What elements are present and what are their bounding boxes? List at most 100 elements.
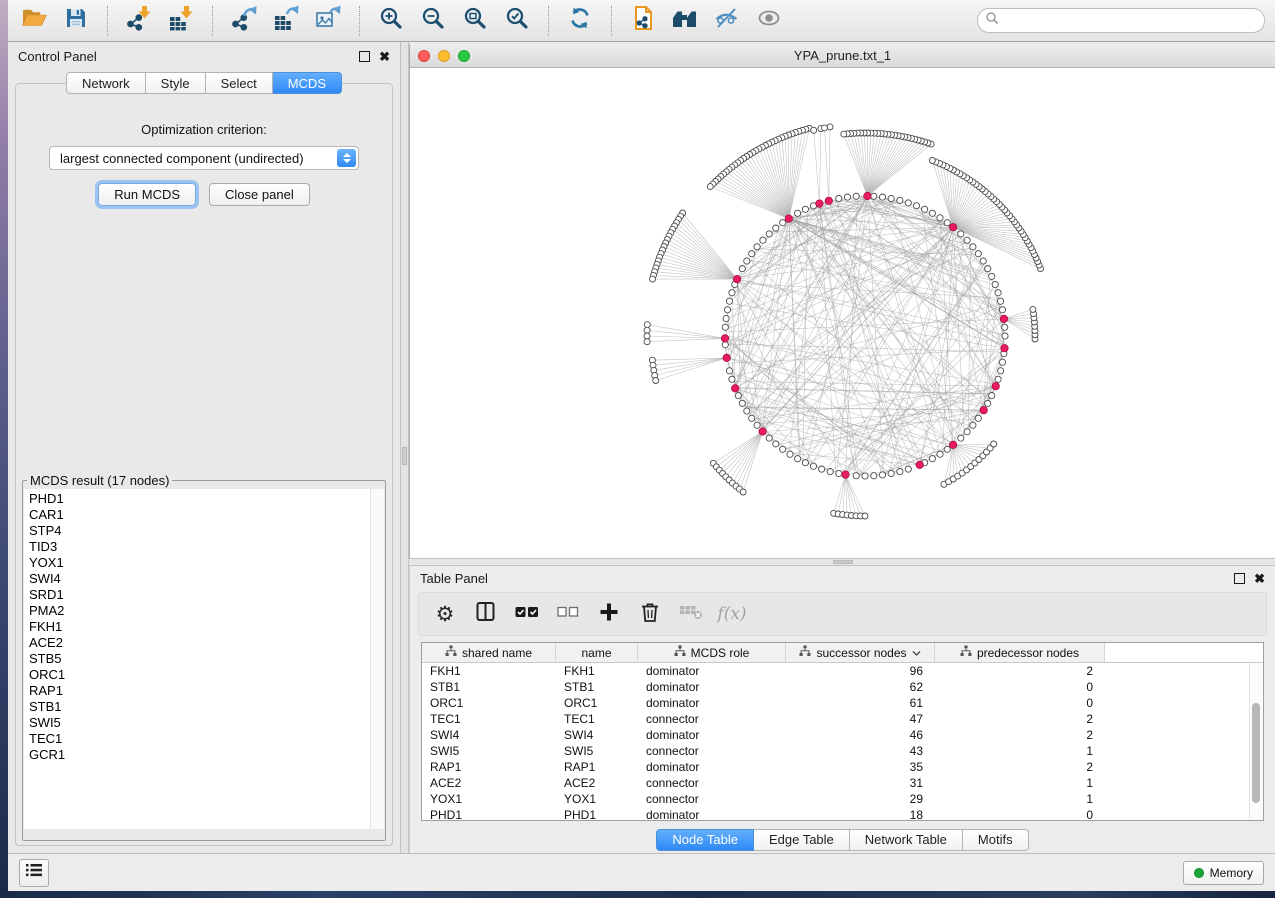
table-cell[interactable]: YOX1	[556, 791, 638, 807]
table-cell[interactable]: dominator	[638, 807, 786, 821]
zoom-out-button[interactable]	[417, 5, 449, 37]
float-table-panel-icon[interactable]	[1234, 573, 1245, 584]
table-cell[interactable]: FKH1	[556, 663, 638, 679]
search-input[interactable]	[1003, 13, 1257, 29]
table-cell[interactable]: FKH1	[422, 663, 556, 679]
tab-network-table[interactable]: Network Table	[850, 829, 963, 851]
mcds-result-item[interactable]: STP4	[29, 523, 384, 539]
column-header-shared-name[interactable]: shared name	[422, 643, 556, 663]
table-cell[interactable]: PHD1	[422, 807, 556, 821]
zoom-in-button[interactable]	[375, 5, 407, 37]
horizontal-splitter[interactable]	[409, 558, 1275, 566]
table-cell[interactable]: dominator	[638, 727, 786, 743]
mcds-result-item[interactable]: CAR1	[29, 507, 384, 523]
tab-select[interactable]: Select	[206, 72, 273, 94]
hide-panels-button[interactable]	[711, 5, 743, 37]
tab-network[interactable]: Network	[66, 72, 146, 94]
open-file-button[interactable]	[18, 5, 50, 37]
table-cell[interactable]: connector	[638, 711, 786, 727]
mcds-result-item[interactable]: TEC1	[29, 731, 384, 747]
search-networks-button[interactable]	[669, 5, 701, 37]
mcds-list-scrollbar[interactable]	[370, 489, 384, 829]
window-zoom-button[interactable]	[458, 50, 470, 62]
mcds-result-item[interactable]: ACE2	[29, 635, 384, 651]
zoom-fit-button[interactable]	[459, 5, 491, 37]
import-network-button[interactable]	[123, 5, 155, 37]
table-cell[interactable]: TEC1	[422, 711, 556, 727]
table-cell[interactable]: 62	[786, 679, 935, 695]
window-minimize-button[interactable]	[438, 50, 450, 62]
table-cell[interactable]: 96	[786, 663, 935, 679]
import-table-button[interactable]	[165, 5, 197, 37]
select-all-columns-button[interactable]	[515, 602, 539, 626]
column-header-predecessor-nodes[interactable]: predecessor nodes	[935, 643, 1105, 663]
table-cell[interactable]: 2	[935, 759, 1105, 775]
save-session-button[interactable]	[60, 5, 92, 37]
table-cell[interactable]: 46	[786, 727, 935, 743]
zoom-selected-button[interactable]	[501, 5, 533, 37]
mcds-result-item[interactable]: PMA2	[29, 603, 384, 619]
table-cell[interactable]: dominator	[638, 679, 786, 695]
network-canvas[interactable]	[410, 68, 1275, 558]
table-cell[interactable]: 2	[935, 727, 1105, 743]
table-cell[interactable]: 2	[935, 711, 1105, 727]
table-cell[interactable]: 1	[935, 791, 1105, 807]
show-panels-button[interactable]	[753, 5, 785, 37]
deselect-all-columns-button[interactable]	[556, 602, 580, 626]
table-cell[interactable]: 0	[935, 695, 1105, 711]
table-cell[interactable]: STB1	[556, 679, 638, 695]
mcds-result-item[interactable]: GCR1	[29, 747, 384, 763]
tab-style[interactable]: Style	[146, 72, 206, 94]
table-cell[interactable]: 18	[786, 807, 935, 821]
mcds-result-item[interactable]: STB1	[29, 699, 384, 715]
table-cell[interactable]: dominator	[638, 759, 786, 775]
run-mcds-button[interactable]: Run MCDS	[98, 183, 196, 206]
show-columns-button[interactable]	[474, 602, 498, 626]
optimization-select[interactable]: largest connected component (undirected)	[49, 146, 359, 170]
table-scrollbar-thumb[interactable]	[1252, 703, 1260, 803]
delete-column-button[interactable]	[638, 602, 662, 626]
table-cell[interactable]: connector	[638, 775, 786, 791]
table-cell[interactable]: ORC1	[556, 695, 638, 711]
column-header-name[interactable]: name	[556, 643, 638, 663]
share-document-button[interactable]	[627, 5, 659, 37]
table-cell[interactable]: 43	[786, 743, 935, 759]
close-table-panel-icon[interactable]: ✖	[1254, 574, 1265, 583]
close-panel-button[interactable]: Close panel	[209, 183, 310, 206]
refresh-button[interactable]	[564, 5, 596, 37]
table-cell[interactable]: dominator	[638, 695, 786, 711]
mcds-result-item[interactable]: YOX1	[29, 555, 384, 571]
table-cell[interactable]: SWI5	[556, 743, 638, 759]
mcds-result-item[interactable]: FKH1	[29, 619, 384, 635]
table-cell[interactable]: 35	[786, 759, 935, 775]
table-cell[interactable]: 1	[935, 775, 1105, 791]
tab-edge-table[interactable]: Edge Table	[754, 829, 850, 851]
table-cell[interactable]: 2	[935, 663, 1105, 679]
mcds-result-item[interactable]: STB5	[29, 651, 384, 667]
create-column-button[interactable]	[597, 602, 621, 626]
table-cell[interactable]: SWI5	[422, 743, 556, 759]
table-cell[interactable]: dominator	[638, 663, 786, 679]
table-cell[interactable]: ORC1	[422, 695, 556, 711]
table-cell[interactable]: RAP1	[422, 759, 556, 775]
table-settings-button[interactable]: ⚙	[433, 602, 457, 626]
function-builder-button[interactable]: f(x)	[720, 602, 744, 626]
table-cell[interactable]: ACE2	[556, 775, 638, 791]
table-cell[interactable]: 47	[786, 711, 935, 727]
export-image-button[interactable]	[312, 5, 344, 37]
table-cell[interactable]: 31	[786, 775, 935, 791]
table-cell[interactable]: ACE2	[422, 775, 556, 791]
table-scrollbar[interactable]	[1249, 663, 1263, 820]
table-cell[interactable]: RAP1	[556, 759, 638, 775]
table-cell[interactable]: YOX1	[422, 791, 556, 807]
mcds-result-item[interactable]: ORC1	[29, 667, 384, 683]
delete-table-button[interactable]	[679, 602, 703, 626]
mcds-result-item[interactable]: PHD1	[29, 491, 384, 507]
table-cell[interactable]: PHD1	[556, 807, 638, 821]
table-cell[interactable]: 61	[786, 695, 935, 711]
table-cell[interactable]: 1	[935, 743, 1105, 759]
mcds-result-item[interactable]: SRD1	[29, 587, 384, 603]
mcds-result-item[interactable]: SWI5	[29, 715, 384, 731]
memory-button[interactable]: Memory	[1183, 861, 1264, 885]
close-panel-icon[interactable]: ✖	[379, 52, 390, 61]
